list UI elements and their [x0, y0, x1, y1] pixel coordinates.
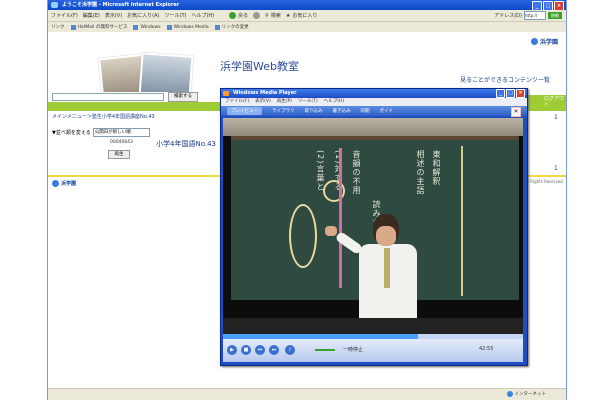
media-player-title: Windows Media Player — [233, 90, 297, 96]
item-id: 00040643 — [110, 140, 133, 145]
wmp-icon — [223, 91, 229, 96]
maximize-button[interactable]: □ — [506, 89, 515, 98]
chalk-circle — [289, 204, 317, 268]
menu-favorites[interactable]: お気に入り(A) — [127, 12, 159, 19]
globe-icon — [506, 391, 513, 397]
page-icon — [70, 24, 76, 30]
teacher-figure — [325, 214, 425, 334]
close-button[interactable]: × — [516, 89, 525, 98]
chalk-text: 東和解釈 — [432, 150, 441, 186]
stop-icon[interactable]: ■ — [241, 345, 251, 355]
play-icon[interactable]: ▶ — [227, 345, 237, 355]
link-customize[interactable]: リンクの変更 — [214, 24, 249, 30]
mute-icon[interactable]: ♪ — [285, 345, 295, 355]
browser-titlebar: ようこそ浜学園 - Microsoft Internet Explorer _ … — [48, 0, 566, 11]
tab-library[interactable]: ライブラリ — [272, 108, 295, 114]
favorites-button[interactable]: ★ お気に入り — [285, 12, 318, 20]
close-pane-icon[interactable]: ✕ — [511, 107, 521, 117]
page-icon — [133, 24, 139, 30]
links-label: リンク — [51, 25, 65, 30]
star-icon: ★ — [285, 12, 291, 19]
tab-burn[interactable]: 書き込み — [333, 108, 351, 114]
search-input[interactable] — [52, 93, 164, 101]
ie-icon — [51, 2, 58, 8]
media-player-tabs: プレイビュー ライブラリ 取り込み 書き込み 同期 ガイド ✕ — [221, 106, 527, 117]
address-bar: アドレス(D) http:// 移動 — [494, 11, 562, 20]
wmp-menu-help[interactable]: ヘルプ(H) — [324, 98, 344, 106]
media-player-window: Windows Media Player _ □ × ファイル(F) 表示(V)… — [220, 88, 528, 366]
video-display[interactable]: 東和解釈 相述の主語 音韻の不用 (1)対する (2)言葉と 読みかた — [223, 118, 523, 334]
classroom-ceiling — [223, 118, 523, 136]
media-player-titlebar: Windows Media Player _ □ × — [221, 89, 527, 98]
copyright: All Rights Reserved. — [523, 179, 564, 184]
page-number-bottom[interactable]: 1 — [554, 165, 558, 172]
menu-edit[interactable]: 編集(E) — [83, 12, 100, 19]
site-logo[interactable]: 浜学園 — [530, 37, 558, 46]
search-button[interactable]: ⚲ 検索 — [265, 12, 281, 20]
go-button[interactable]: 移動 — [548, 12, 562, 19]
tab-rip[interactable]: 取り込み — [305, 108, 323, 114]
course-link[interactable]: 小学4年国語No.43 — [156, 139, 216, 149]
wmp-menu-play[interactable]: 再生(P) — [277, 98, 292, 106]
page-number-top[interactable]: 1 — [554, 114, 558, 121]
content-panel: ▼並べ順を変える 公開日が新しい順 00040643 小学4年国語No.43 再… — [48, 122, 224, 166]
back-button[interactable]: 戻る — [229, 12, 248, 19]
address-input[interactable]: http:// — [524, 11, 546, 20]
chalk-underline — [339, 148, 342, 288]
previous-icon[interactable]: ⏮ — [255, 345, 265, 355]
wmp-menu-file[interactable]: ファイル(F) — [225, 98, 249, 106]
link-windows-media[interactable]: Windows Media — [166, 24, 209, 30]
wmp-menu-tools[interactable]: ツール(T) — [298, 98, 318, 106]
minimize-button[interactable]: _ — [496, 89, 505, 98]
media-player-menu: ファイル(F) 表示(V) 再生(P) ツール(T) ヘルプ(H) — [221, 98, 527, 106]
status-bar: インターネット — [48, 388, 566, 400]
chalk-text: (2)言葉と — [316, 150, 325, 192]
desk — [223, 318, 523, 334]
volume-slider[interactable] — [315, 349, 335, 351]
sort-select[interactable]: 公開日が新しい順 — [92, 128, 150, 137]
page-icon — [166, 24, 172, 30]
menu-file[interactable]: ファイル(F) — [51, 12, 78, 19]
menu-help[interactable]: ヘルプ(H) — [191, 12, 214, 19]
site-title: 浜学園Web教室 — [220, 60, 299, 73]
zone-indicator: インターネット — [506, 391, 546, 397]
address-label: アドレス(D) — [494, 13, 522, 19]
search-row: 検索する — [48, 92, 238, 102]
search-icon: ⚲ — [265, 12, 269, 19]
wmp-menu-view[interactable]: 表示(V) — [255, 98, 271, 106]
page-icon — [214, 24, 220, 30]
chalk-underline — [461, 146, 463, 296]
playback-status: 一時停止 — [343, 347, 364, 353]
play-button[interactable]: 再生 — [108, 150, 130, 159]
footer-logo: 浜学園 — [52, 180, 76, 187]
next-icon[interactable]: ⏭ — [269, 345, 279, 355]
tab-now-playing[interactable]: プレイビュー — [227, 107, 262, 115]
menu-bar: ファイル(F) 編集(E) 表示(V) お気に入り(A) ツール(T) ヘルプ(… — [48, 10, 566, 22]
tab-guide[interactable]: ガイド — [380, 108, 394, 114]
elapsed-time: 42:55 — [479, 346, 494, 352]
sort-order: ▼並べ順を変える 公開日が新しい順 — [52, 128, 150, 137]
menu-tools[interactable]: ツール(T) — [165, 12, 187, 19]
search-submit-button[interactable]: 検索する — [168, 92, 198, 102]
logo-mark-icon — [52, 180, 59, 187]
link-windows[interactable]: Windows — [133, 24, 161, 30]
playback-controls: ▶ ■ ⏮ ⏭ ♪ 一時停止 42:55 — [223, 339, 523, 362]
browser-title: ようこそ浜学園 - Microsoft Internet Explorer — [62, 2, 180, 8]
logo-mark-icon — [530, 38, 538, 45]
sort-label: ▼並べ順を変える — [52, 130, 91, 136]
link-hotmail[interactable]: HotMail の無料サービス — [70, 24, 127, 30]
breadcrumb-text[interactable]: メインメニュー＞塾生小学4年国語講座No.43 — [52, 113, 155, 120]
content-list-link[interactable]: 見ることができるコンテンツ一覧 — [460, 75, 550, 84]
tab-sync[interactable]: 同期 — [361, 108, 370, 114]
back-icon — [229, 12, 237, 19]
forward-icon[interactable] — [253, 12, 261, 19]
desktop: ようこそ浜学園 - Microsoft Internet Explorer _ … — [0, 0, 610, 400]
breadcrumb: メインメニュー＞塾生小学4年国語講座No.43 — [48, 112, 238, 122]
menu-view[interactable]: 表示(V) — [105, 12, 122, 19]
